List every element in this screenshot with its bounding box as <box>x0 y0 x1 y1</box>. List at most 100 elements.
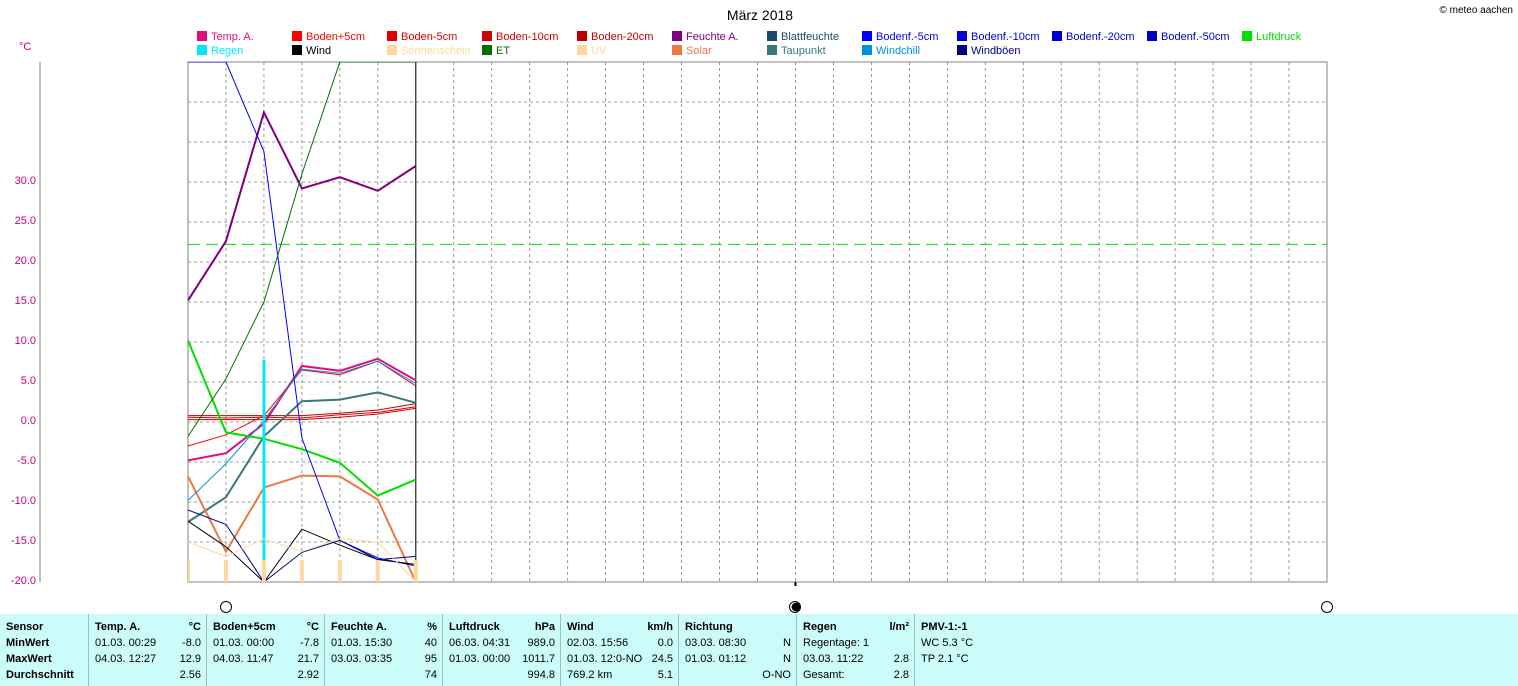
table-cell-left: 03.03. 03:35 <box>331 653 393 665</box>
table-cell-right: N <box>783 637 791 649</box>
table-cell-row: 01.03. 15:30 40 <box>325 635 443 651</box>
table-cell-left: Feuchte A. <box>331 621 387 633</box>
table-cell-row: 01.03. 00:29 -8.0 <box>89 635 207 651</box>
table-cell-right: °C <box>188 621 201 633</box>
table-cell-right: 989.0 <box>527 637 555 649</box>
table-cell-right: 994.8 <box>527 669 555 681</box>
table-column: Temp. A. °C 01.03. 00:29 -8.0 04.03. 12:27 12… <box>88 614 207 686</box>
table-cell-right: °C <box>306 621 319 633</box>
table-cell-row: Regen l/m² <box>797 619 915 635</box>
table-cell-row: 02.03. 15:56 0.0 <box>561 635 679 651</box>
table-column: PMV-1:-1 WC 5.3 °C TP 2.1 °C <box>914 614 1025 686</box>
table-cell-right: 24.5 <box>651 653 673 665</box>
table-row-labels: Sensor MinWert MaxWert Durchschnitt <box>0 614 88 686</box>
table-cell-row: 74 <box>325 667 443 683</box>
table-cell-right: 0.0 <box>657 637 673 649</box>
table-cell-right: 12.9 <box>179 653 201 665</box>
table-cell-left: 01.03. 00:29 <box>95 637 157 649</box>
table-column: Feuchte A.% 01.03. 15:30 40 03.03. 03:35 95 7… <box>324 614 443 686</box>
moon-full-icon <box>219 601 232 613</box>
table-row-label: MinWert <box>6 637 50 649</box>
table-cell-left: 03.03. 11:22 <box>803 653 864 665</box>
table-cell-row: PMV-1:-1 <box>915 619 1025 635</box>
table-cell-right: km/h <box>647 621 673 633</box>
table-column: Wind km/h 02.03. 15:56 0.0 01.03. 12:0-NO 24.… <box>560 614 679 686</box>
table-cell-row: 01.03. 12:0-NO 24.5 <box>561 651 679 667</box>
chart-plot <box>39 61 1328 586</box>
table-cell-left: WC 5.3 °C <box>921 637 974 649</box>
table-cell-right: 95 <box>424 653 437 665</box>
table-cell-right: -8.0 <box>182 637 201 649</box>
table-cell-left: PMV-1:-1 <box>921 621 968 633</box>
table-cell-row: 03.03. 03:35 95 <box>325 651 443 667</box>
table-cell-right: l/m² <box>889 621 909 633</box>
table-row-label: Durchschnitt <box>6 669 74 681</box>
table-cell-left: Temp. A. <box>95 621 141 633</box>
table-column: Richtung 03.03. 08:30 N 01.03. 01:12 N O-NO <box>678 614 797 686</box>
moon-full-icon <box>1321 601 1333 613</box>
table-column: Boden+5cm °C 01.03. 00:00 -7.8 04.03. 11:47 2… <box>206 614 325 686</box>
table-cell-row: WC 5.3 °C <box>915 635 1025 651</box>
table-cell-row: 03.03. 08:30 N <box>679 635 797 651</box>
table-cell-right: 2.92 <box>297 669 319 681</box>
table-cell-row: 2.56 <box>89 667 207 683</box>
table-cell-right: 40 <box>424 637 437 649</box>
table-cell-row: 01.03. 00:00 -7.8 <box>207 635 325 651</box>
table-cell-row: 03.03. 11:22 2.8 <box>797 651 915 667</box>
table-cell-left: Richtung <box>685 621 733 633</box>
table-cell-right: -7.8 <box>300 637 319 649</box>
table-cell-right: 5.1 <box>657 669 673 681</box>
table-cell-right: hPa <box>534 621 555 633</box>
table-cell-right: 74 <box>424 669 437 681</box>
table-cell-right: 2.8 <box>893 669 909 681</box>
table-cell-row: Luftdruck hPa <box>443 619 561 635</box>
table-cell-right: 2.8 <box>893 653 909 665</box>
table-cell-row: 994.8 <box>443 667 561 683</box>
table-cell-row: O-NO <box>679 667 797 683</box>
table-cell-row: Temp. A. °C <box>89 619 207 635</box>
table-cell-row: Regentage: 1 <box>797 635 915 651</box>
table-row-label: Sensor <box>6 621 44 633</box>
table-cell-row: Richtung <box>679 619 797 635</box>
table-cell-left: 01.03. 00:00 <box>449 653 511 665</box>
table-cell-left: 04.03. 11:47 <box>213 653 274 665</box>
table-cell-row: 769.2 km 5.1 <box>561 667 679 683</box>
table-cell-row: Feuchte A.% <box>325 619 443 635</box>
table-cell-row: 06.03. 04:31 989.0 <box>443 635 561 651</box>
table-cell-row: Wind km/h <box>561 619 679 635</box>
table-cell-right: 21.7 <box>297 653 319 665</box>
table-cell-left: 769.2 km <box>567 669 613 681</box>
table-cell-left: 01.03. 12:0-NO <box>567 653 643 665</box>
table-cell-left: 03.03. 08:30 <box>685 637 747 649</box>
table-cell-row: TP 2.1 °C <box>915 651 1025 667</box>
table-cell-right: 1011.7 <box>522 653 555 665</box>
table-cell-left: Gesamt: <box>803 669 845 681</box>
table-cell-left: Luftdruck <box>449 621 500 633</box>
table-cell-row <box>915 667 1025 683</box>
table-cell-row: 2.92 <box>207 667 325 683</box>
table-cell-left: 01.03. 01:12 <box>685 653 747 665</box>
table-cell-row: 01.03. 01:12 N <box>679 651 797 667</box>
table-cell-right: O-NO <box>762 669 791 681</box>
table-cell-left: 01.03. 00:00 <box>213 637 275 649</box>
stats-table: Sensor MinWert MaxWert Durchschnitt Temp. A.… <box>0 614 1518 686</box>
table-cell-row: 04.03. 11:47 21.7 <box>207 651 325 667</box>
table-cell-right: % <box>427 621 437 633</box>
table-row-label: MaxWert <box>6 653 52 665</box>
table-cell-right: N <box>783 653 791 665</box>
table-cell-left: 02.03. 15:56 <box>567 637 629 649</box>
table-cell-row: Boden+5cm °C <box>207 619 325 635</box>
table-cell-row: 04.03. 12:27 12.9 <box>89 651 207 667</box>
table-cell-left: 04.03. 12:27 <box>95 653 157 665</box>
table-cell-right: 2.56 <box>179 669 201 681</box>
table-cell-left: Boden+5cm <box>213 621 276 633</box>
table-cell-left: TP 2.1 °C <box>921 653 969 665</box>
table-column: Regen l/m² Regentage: 1 03.03. 11:22 2.8 Gesa… <box>796 614 915 686</box>
table-cell-left: Regen <box>803 621 837 633</box>
table-cell-left: Regentage: 1 <box>803 637 870 649</box>
table-cell-left: 06.03. 04:31 <box>449 637 511 649</box>
table-cell-row: Gesamt: 2.8 <box>797 667 915 683</box>
table-cell-left: 01.03. 15:30 <box>331 637 393 649</box>
table-column: Luftdruck hPa 06.03. 04:31 989.0 01.03. 00:0… <box>442 614 561 686</box>
table-cell-left: Wind <box>567 621 594 633</box>
